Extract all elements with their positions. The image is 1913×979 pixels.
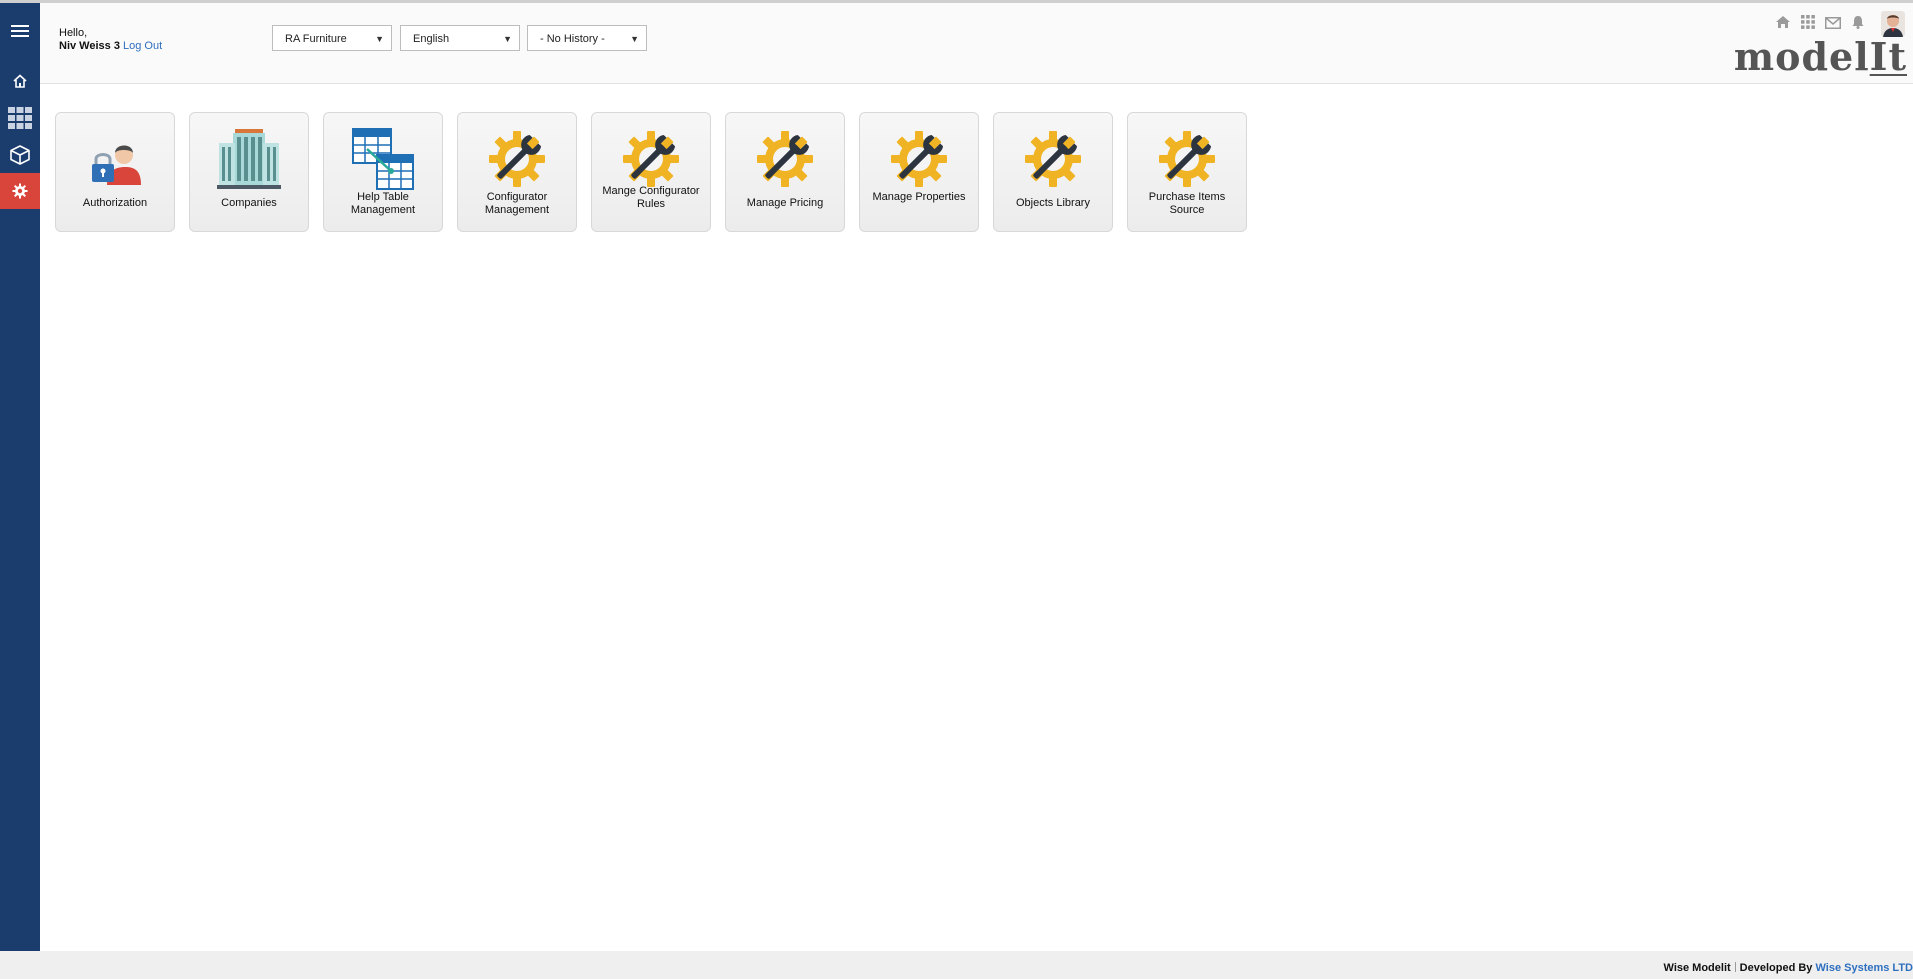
logo-main-text: model bbox=[1733, 34, 1870, 79]
footer-company-link[interactable]: Wise Systems LTD bbox=[1815, 962, 1913, 974]
home-icon bbox=[13, 74, 27, 88]
cube-icon bbox=[10, 145, 30, 165]
companies-icon bbox=[217, 129, 281, 189]
tile-label: Help Table Management bbox=[350, 191, 416, 216]
chevron-down-icon: ▼ bbox=[630, 34, 639, 44]
wrench-gear-icon bbox=[891, 131, 947, 187]
modelit-logo: modelIt bbox=[1734, 37, 1907, 77]
tile-label: Companies bbox=[221, 197, 277, 209]
grid-icon bbox=[8, 107, 32, 129]
tile-objects-library[interactable]: Objects Library bbox=[993, 112, 1113, 232]
chevron-down-icon: ▼ bbox=[503, 34, 512, 44]
module-tiles: Authorization Companies Help Table Manag… bbox=[55, 112, 1247, 232]
bell-icon[interactable] bbox=[1851, 15, 1865, 34]
logout-link[interactable]: Log Out bbox=[123, 40, 162, 52]
sidebar-item-settings[interactable] bbox=[0, 173, 40, 209]
header: Hello, Niv Weiss 3 Log Out RA Furniture … bbox=[40, 3, 1913, 84]
mail-icon[interactable] bbox=[1825, 16, 1841, 34]
history-select[interactable]: - No History - ▼ bbox=[527, 25, 647, 51]
footer-developed-by: Developed By bbox=[1739, 962, 1813, 974]
sidebar-item-grid[interactable] bbox=[0, 100, 40, 136]
authorization-icon bbox=[92, 145, 141, 185]
company-select[interactable]: RA Furniture ▼ bbox=[272, 25, 392, 51]
sidebar-item-home[interactable] bbox=[0, 63, 40, 99]
tile-label: Authorization bbox=[82, 197, 148, 209]
wrench-gear-icon bbox=[757, 131, 813, 187]
tile-manage-properties[interactable]: Manage Properties bbox=[859, 112, 979, 232]
wrench-gear-icon bbox=[623, 131, 679, 187]
tile-help-table-management[interactable]: Help Table Management bbox=[323, 112, 443, 232]
home-icon[interactable] bbox=[1775, 15, 1791, 34]
tile-label: Manage Pricing bbox=[746, 197, 824, 209]
tile-label: Purchase Items Source bbox=[1148, 191, 1226, 216]
apps-grid-icon[interactable] bbox=[1801, 15, 1815, 34]
tile-label: Mange Configurator Rules bbox=[602, 185, 700, 210]
help-table-icon bbox=[352, 128, 414, 190]
tile-label: Objects Library bbox=[1016, 197, 1090, 209]
tile-configurator-management[interactable]: Configurator Management bbox=[457, 112, 577, 232]
tile-manage-pricing[interactable]: Manage Pricing bbox=[725, 112, 845, 232]
language-select[interactable]: English ▼ bbox=[400, 25, 520, 51]
user-name: Niv Weiss 3 bbox=[59, 40, 120, 52]
tile-companies[interactable]: Companies bbox=[189, 112, 309, 232]
sidebar-item-objects[interactable] bbox=[0, 137, 40, 173]
tile-purchase-items-source[interactable]: Purchase Items Source bbox=[1127, 112, 1247, 232]
top-icon-bar bbox=[1775, 15, 1865, 34]
language-select-value: English bbox=[413, 33, 450, 45]
wrench-gear-icon bbox=[1159, 131, 1215, 187]
sidebar bbox=[0, 3, 40, 951]
tile-label: Configurator Management bbox=[484, 191, 550, 216]
wrench-gear-icon bbox=[489, 131, 545, 187]
menu-toggle-button[interactable] bbox=[0, 13, 40, 49]
tile-authorization[interactable]: Authorization bbox=[55, 112, 175, 232]
history-select-value: - No History - bbox=[540, 33, 605, 45]
tile-label: Manage Properties bbox=[872, 191, 966, 203]
chevron-down-icon: ▼ bbox=[375, 34, 384, 44]
footer: Wise Modelit Developed By Wise Systems LT… bbox=[0, 951, 1913, 979]
tile-mange-configurator-rules[interactable]: Mange Configurator Rules bbox=[591, 112, 711, 232]
greeting-text: Hello, bbox=[59, 27, 88, 39]
logo-suffix-text: It bbox=[1869, 34, 1907, 79]
gear-icon bbox=[12, 183, 28, 199]
footer-text: Wise Modelit Developed By Wise Systems LT… bbox=[1664, 962, 1913, 974]
wrench-gear-icon bbox=[1025, 131, 1081, 187]
company-select-value: RA Furniture bbox=[285, 33, 347, 45]
user-greeting: Hello, Niv Weiss 3 Log Out bbox=[59, 27, 162, 53]
footer-product: Wise Modelit bbox=[1663, 962, 1731, 974]
menu-icon bbox=[11, 25, 29, 37]
footer-divider bbox=[1734, 962, 1736, 972]
